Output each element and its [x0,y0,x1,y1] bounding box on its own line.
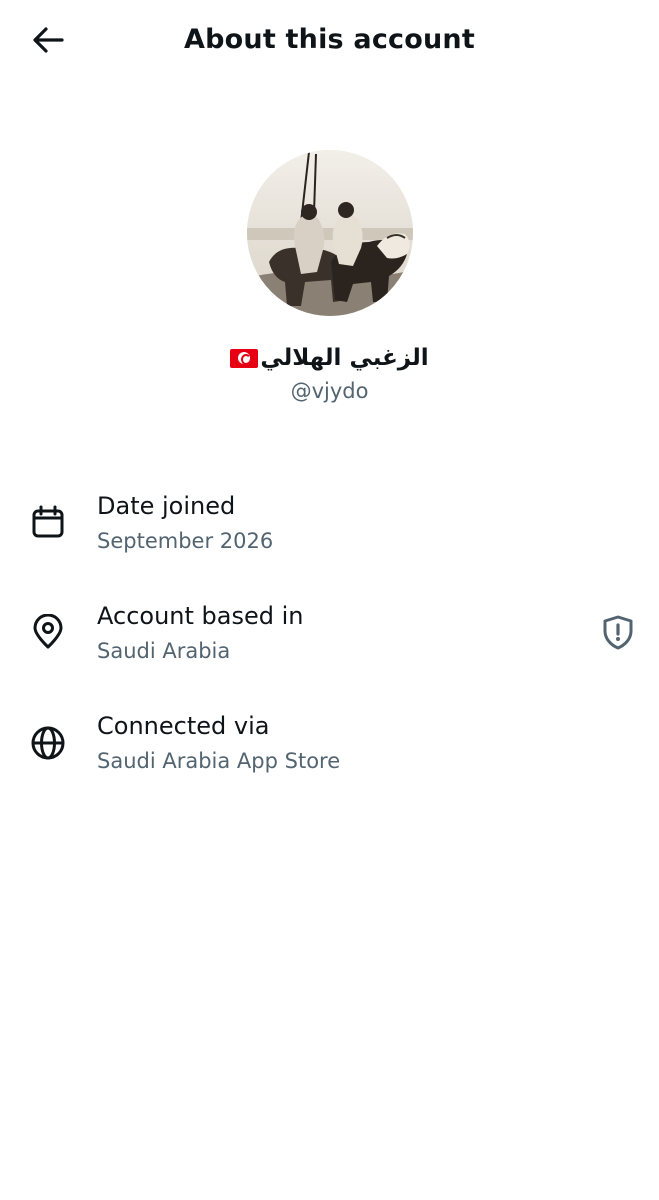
detail-row-account-based-in: Account based in Saudi Arabia [0,598,659,688]
detail-row-connected-via: Connected via Saudi Arabia App Store [0,708,659,798]
calendar-icon [28,502,68,542]
location-pin-icon [28,612,68,652]
detail-value: September 2026 [97,529,274,553]
detail-label: Account based in [97,602,304,630]
detail-value: Saudi Arabia [97,639,231,663]
avatar[interactable] [247,150,413,316]
display-name-text: الزغبي الهلالي [260,345,429,371]
tunisia-flag-icon [230,348,259,368]
detail-label: Date joined [97,492,236,520]
top-bar: About this account [0,0,659,82]
detail-row-date-joined: Date joined September 2026 [0,488,659,578]
detail-value: Saudi Arabia App Store [97,749,341,773]
globe-icon [28,723,68,763]
shield-alert-button[interactable] [597,611,639,653]
page-title: About this account [184,24,475,55]
detail-label: Connected via [97,712,270,740]
profile-photo [247,150,413,316]
user-handle: @vjydo [290,379,369,403]
display-name: الزغبي الهلالي [0,342,659,374]
shield-alert-icon [603,615,633,650]
